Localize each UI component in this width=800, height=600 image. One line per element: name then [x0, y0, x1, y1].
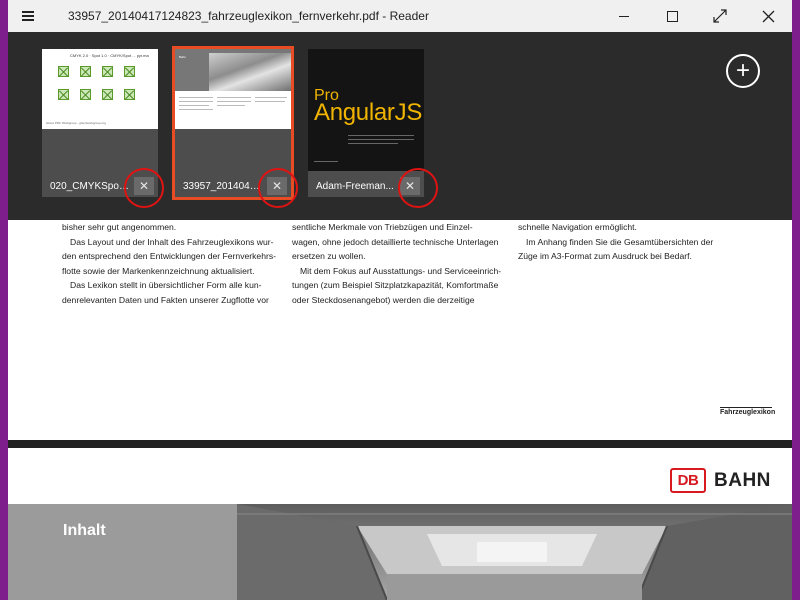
page-separator — [8, 440, 792, 448]
text-line: Das Layout und der Inhalt des Fahrzeugle… — [70, 236, 274, 247]
thumbnail-photo — [209, 53, 291, 91]
cover-text-line — [348, 139, 414, 140]
image-placeholder-icon — [58, 89, 69, 100]
title-bar: 33957_20140417124823_fahrzeuglexikon_fer… — [8, 0, 792, 32]
text-line — [217, 97, 251, 98]
text-line: bisher sehr gut angenommen. — [62, 222, 177, 232]
text-line: wagen, ohne jedoch detaillierte technisc… — [292, 236, 499, 247]
bahn-wordmark: BAHN — [714, 469, 771, 491]
page-footer: Fahrzeuglexikon — [720, 409, 776, 416]
highlight-circle — [258, 168, 298, 208]
maximize-icon — [666, 10, 678, 22]
close-window-button[interactable] — [744, 0, 792, 32]
image-placeholder-icon — [124, 89, 135, 100]
image-placeholder-icon — [102, 89, 113, 100]
tab-label: 33957_2014041... — [183, 181, 263, 192]
text-line: den entsprechend den Entwicklungen der F… — [62, 251, 277, 262]
footer-rule — [720, 407, 772, 408]
text-column-1: bisher sehr gut angenommen. Das Layout u… — [62, 220, 276, 308]
contents-heading: Inhalt — [63, 522, 106, 539]
minimize-icon — [619, 15, 629, 17]
image-placeholder-icon — [124, 66, 135, 77]
text-line: Mit dem Fokus auf Ausstattungs- und Serv… — [300, 265, 502, 276]
cover-text-line — [348, 143, 398, 144]
hamburger-menu-icon[interactable] — [8, 0, 48, 32]
train-interior-image — [237, 504, 792, 600]
db-logo: DB — [670, 468, 706, 493]
text-line — [255, 97, 287, 98]
text-line — [179, 101, 213, 102]
highlight-circle — [124, 168, 164, 208]
cover-text-line — [348, 135, 414, 136]
thumbnail-brand: Bahn — [179, 55, 187, 59]
text-line: ersetzen zu wollen. — [292, 251, 366, 262]
tab-thumbnail: CMYK 2.0 · Spot 1.0 · CMYK/Spot ... pyr.… — [42, 49, 158, 129]
text-line: Züge im A3-Format zum Ausdruck bei Bedar… — [518, 251, 692, 262]
train-interior-photo — [237, 504, 792, 600]
text-line — [217, 101, 251, 102]
text-line — [255, 101, 285, 102]
text-line: Im Anhang finden Sie die Gesamtübersicht… — [526, 236, 714, 247]
db-bahn-logo: DB BAHN — [670, 468, 771, 493]
text-line — [179, 105, 209, 106]
text-line — [217, 105, 245, 106]
tab-strip: CMYK 2.0 · Spot 1.0 · CMYK/Spot ... pyr.… — [8, 32, 792, 220]
thumbnail-footer: Ghent PDF Workgroup - ghentworkgroup.org — [46, 121, 106, 125]
tab-thumbnail: Bahn — [175, 49, 291, 129]
tab-label: 020_CMYKSpot_... — [50, 181, 130, 192]
text-line: Das Lexikon stellt in übersichtlicher Fo… — [70, 280, 262, 291]
tab-label: Adam-Freeman... — [316, 181, 394, 192]
maximize-button[interactable] — [648, 0, 696, 32]
image-placeholder-icon — [58, 66, 69, 77]
text-line: flotte sowie der Markenkennzeichnung akt… — [62, 265, 255, 276]
text-line: denrelevanten Daten und Fakten unserer Z… — [62, 294, 269, 305]
window-title: 33957_20140417124823_fahrzeuglexikon_fer… — [68, 9, 429, 23]
text-line: schnelle Navigation ermöglicht. — [518, 222, 637, 232]
minimize-button[interactable] — [600, 0, 648, 32]
image-placeholder-icon — [80, 66, 91, 77]
text-line: tungen (zum Beispiel Sitzplatzkapazität,… — [292, 280, 499, 291]
text-line — [179, 109, 213, 110]
highlight-circle — [398, 168, 438, 208]
text-column-2: sentliche Merkmale von Triebzügen und Ei… — [292, 220, 501, 308]
text-column-3: schnelle Navigation ermöglicht. Im Anhan… — [518, 220, 713, 264]
text-line: oder Steckdosenangebot) werden die derze… — [292, 294, 475, 305]
fullscreen-button[interactable] — [696, 0, 744, 32]
cover-author-line — [314, 161, 338, 162]
text-line — [179, 97, 213, 98]
text-line: sentliche Merkmale von Triebzügen und Ei… — [292, 222, 473, 232]
close-icon — [762, 10, 774, 22]
document-page: bisher sehr gut angenommen. Das Layout u… — [8, 220, 792, 600]
book-title: AngularJS — [314, 99, 423, 126]
tab-thumbnail: Pro AngularJS — [308, 49, 424, 171]
fullscreen-icon — [713, 9, 727, 23]
image-placeholder-icon — [80, 89, 91, 100]
add-tab-button[interactable]: + — [726, 54, 760, 88]
contents-panel: Inhalt — [8, 504, 237, 600]
thumbnail-header: CMYK 2.0 · Spot 1.0 · CMYK/Spot ... pyr.… — [70, 53, 149, 58]
image-placeholder-icon — [102, 66, 113, 77]
